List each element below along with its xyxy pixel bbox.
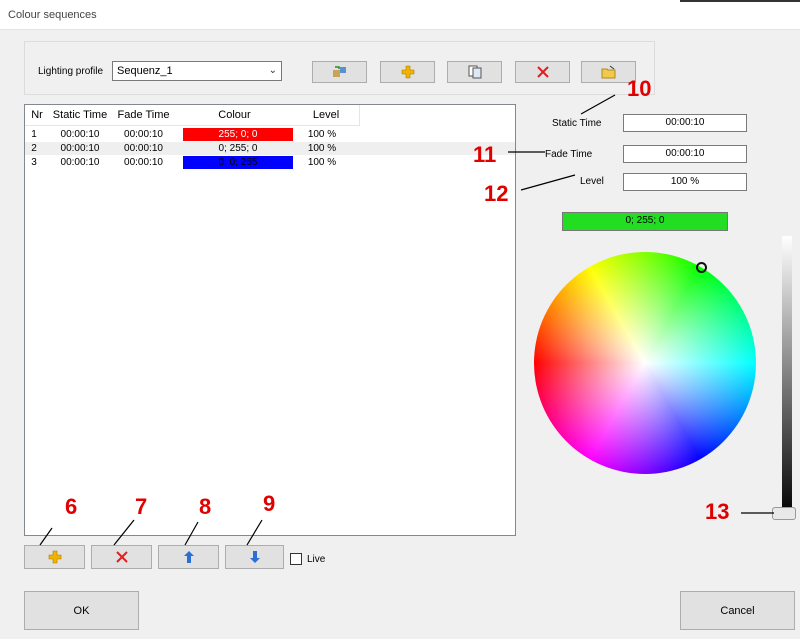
annotation-12: 12 xyxy=(484,181,509,206)
annotation-6: 6 xyxy=(65,494,78,519)
annotation-10: 10 xyxy=(627,76,652,101)
annotation-9: 9 xyxy=(263,491,276,516)
annotation-lines xyxy=(39,94,774,546)
annotation-8: 8 xyxy=(199,494,212,519)
annotation-13: 13 xyxy=(705,499,730,524)
annotation-11: 11 xyxy=(473,142,497,167)
annotation-7: 7 xyxy=(135,494,148,519)
